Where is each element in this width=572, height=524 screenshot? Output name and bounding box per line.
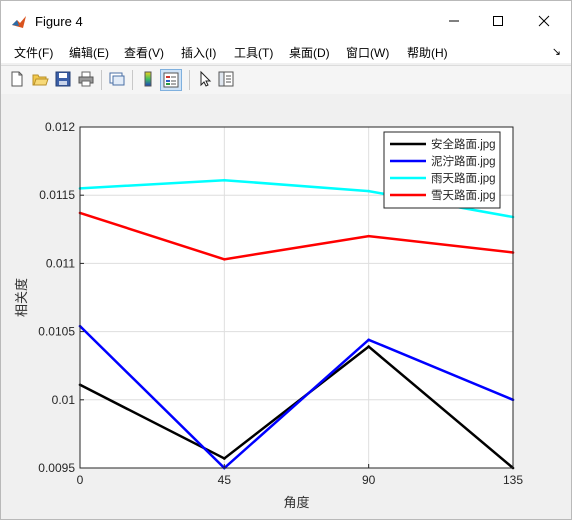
- figure-window: Figure 4 文件(F) 编辑(E) 查看(V) 插入(I) 工具(T) 桌…: [0, 0, 572, 520]
- close-button[interactable]: [529, 9, 559, 33]
- minimize-icon: [449, 20, 459, 22]
- data-point: [223, 457, 226, 460]
- menu-desktop[interactable]: 桌面(D): [289, 44, 330, 61]
- menu-help[interactable]: 帮助(H): [407, 44, 448, 61]
- figure-canvas: 0 45 90 135 0.0095 0.01 0.0105 0.011 0.0115 0.012…: [1, 94, 571, 519]
- x-tick-label: 135: [503, 473, 523, 487]
- minimize-button[interactable]: [439, 9, 469, 33]
- legend-button[interactable]: [160, 69, 182, 91]
- line-chart[interactable]: 0 45 90 135 0.0095 0.01 0.0105 0.011 0.0115 0.012…: [1, 94, 571, 519]
- link-plot-icon[interactable]: [108, 70, 126, 88]
- matlab-logo-icon: [12, 16, 26, 28]
- x-axis-label: 角度: [283, 495, 309, 510]
- legend-label: 雪天路面.jpg: [431, 188, 496, 202]
- x-tick-label: 90: [362, 473, 376, 487]
- legend-label: 泥泞路面.jpg: [431, 154, 496, 168]
- menu-tools[interactable]: 工具(T): [234, 44, 273, 61]
- new-figure-icon[interactable]: [8, 70, 26, 88]
- menu-view[interactable]: 查看(V): [124, 44, 164, 61]
- y-tick-label: 0.01: [52, 393, 76, 407]
- title-bar: Figure 4: [1, 1, 571, 41]
- x-tick-label: 45: [218, 473, 232, 487]
- toolbar-separator: [132, 70, 133, 90]
- data-point: [367, 345, 370, 348]
- menu-insert[interactable]: 插入(I): [181, 44, 216, 61]
- toolbar-separator: [189, 70, 190, 90]
- data-point: [367, 234, 370, 238]
- x-tick-label: 0: [77, 473, 84, 487]
- legend-icon: [163, 72, 179, 88]
- legend-label: 雨天路面.jpg: [431, 171, 496, 185]
- data-point: [367, 189, 370, 193]
- close-icon: [538, 15, 550, 27]
- figure-toolbar: [1, 65, 571, 95]
- dock-arrow-icon[interactable]: ↘: [552, 45, 561, 58]
- legend[interactable]: 安全路面.jpg 泥泞路面.jpg 雨天路面.jpg 雪天路面.jpg: [383, 131, 501, 209]
- data-point: [223, 258, 226, 261]
- y-tick-label: 0.0095: [38, 461, 75, 475]
- y-tick-label: 0.0105: [38, 325, 75, 339]
- property-inspector-icon[interactable]: [217, 70, 235, 88]
- menu-bar: 文件(F) 编辑(E) 查看(V) 插入(I) 工具(T) 桌面(D) 窗口(W…: [1, 41, 571, 63]
- y-axis-label: 相关度: [14, 278, 29, 317]
- toolbar-separator: [101, 70, 102, 90]
- data-point: [223, 178, 226, 182]
- y-tick-label: 0.011: [46, 256, 75, 270]
- menu-window[interactable]: 窗口(W): [346, 44, 389, 61]
- save-icon[interactable]: [54, 70, 72, 88]
- colorbar-icon[interactable]: [139, 70, 157, 88]
- open-file-icon[interactable]: [31, 70, 49, 88]
- window-title: Figure 4: [35, 14, 83, 29]
- y-tick-label: 0.0115: [39, 188, 75, 202]
- data-point: [367, 338, 370, 342]
- pointer-icon[interactable]: [196, 70, 214, 88]
- print-icon[interactable]: [77, 70, 95, 88]
- menu-edit[interactable]: 编辑(E): [69, 44, 109, 61]
- legend-label: 安全路面.jpg: [431, 137, 496, 151]
- maximize-button[interactable]: [483, 9, 513, 33]
- menu-file[interactable]: 文件(F): [14, 44, 53, 61]
- maximize-icon: [493, 16, 503, 26]
- y-tick-label: 0.012: [45, 120, 75, 134]
